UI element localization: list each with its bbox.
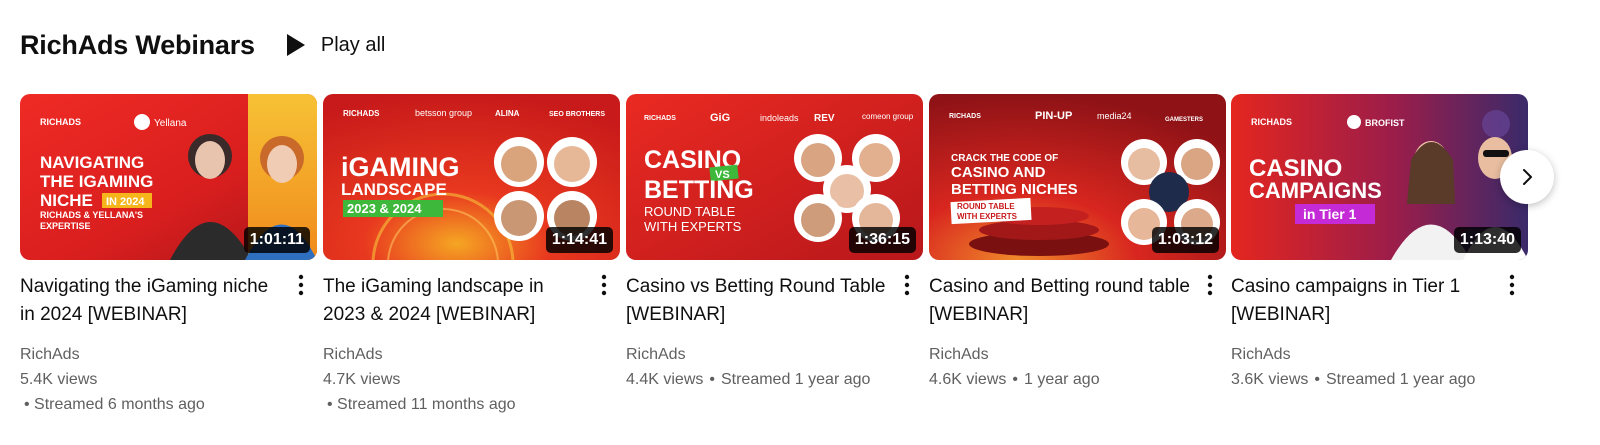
thumbnail-logo: betsson group bbox=[415, 108, 472, 118]
thumbnail-logo: ALINA bbox=[495, 109, 520, 118]
thumbnail-text: NAVIGATING bbox=[40, 153, 144, 172]
play-all-label: Play all bbox=[320, 33, 386, 56]
view-count: 4.7K views bbox=[323, 371, 401, 388]
stats-line: 4.6K views • 1 year ago bbox=[929, 370, 1192, 390]
thumbnail-logo: Yellana bbox=[154, 118, 187, 129]
thumbnail-text: IN 2024 bbox=[106, 196, 145, 208]
video-title[interactable]: Casino campaigns in Tier 1 [WEBINAR] bbox=[1231, 273, 1494, 329]
duration-badge: 1:36:15 bbox=[848, 227, 916, 253]
thumbnail-logo: REV bbox=[814, 113, 835, 124]
video-title[interactable]: Casino and Betting round table [WEBINAR] bbox=[929, 273, 1192, 329]
thumbnail-text: EXPERTISE bbox=[40, 221, 91, 231]
more-actions-icon[interactable] bbox=[291, 273, 311, 299]
video-card[interactable]: RICHADS PIN-UP media24 GAMESTERS CRACK T… bbox=[929, 94, 1226, 390]
thumbnail-logo: RICHADS bbox=[40, 117, 81, 127]
thumbnail-logo: PIN-UP bbox=[1035, 110, 1072, 122]
video-title[interactable]: The iGaming landscape in 2023 & 2024 [WE… bbox=[323, 273, 586, 329]
upload-age: • Streamed 11 months ago bbox=[327, 396, 516, 413]
video-meta: Navigating the iGaming niche in 2024 [WE… bbox=[20, 273, 317, 415]
upload-age: Streamed 1 year ago bbox=[1325, 371, 1476, 388]
channel-name[interactable]: RichAds bbox=[20, 345, 283, 365]
thumbnail-text: CASINO AND bbox=[951, 164, 1046, 181]
duration-badge: 1:13:40 bbox=[1453, 227, 1521, 253]
thumbnail-text: LANDSCAPE bbox=[341, 180, 447, 199]
more-actions-icon[interactable] bbox=[1200, 273, 1220, 299]
thumbnail-text: ROUND TABLE bbox=[644, 204, 736, 219]
view-count: 3.6K views bbox=[1231, 371, 1309, 388]
video-meta: Casino campaigns in Tier 1 [WEBINAR] Ric… bbox=[1231, 273, 1528, 390]
thumbnail-text: THE IGAMING bbox=[40, 172, 153, 191]
video-title[interactable]: Navigating the iGaming niche in 2024 [WE… bbox=[20, 273, 283, 329]
video-shelf: RICHADS Yellana NAVIGATING THE IGAMING N… bbox=[20, 94, 1580, 434]
separator-dot: • bbox=[1012, 371, 1018, 388]
video-thumbnail[interactable]: RICHADS GiG indoleads REV comeon group C… bbox=[626, 94, 923, 260]
thumbnail-text: WITH EXPERTS bbox=[644, 219, 742, 234]
shelf-header: RichAds Webinars Play all bbox=[20, 24, 385, 66]
stats-line: 4.4K views • Streamed 1 year ago bbox=[626, 370, 889, 390]
thumbnail-text: CRACK THE CODE OF bbox=[951, 153, 1058, 164]
channel-name[interactable]: RichAds bbox=[323, 345, 586, 365]
video-meta: The iGaming landscape in 2023 & 2024 [WE… bbox=[323, 273, 620, 415]
separator-dot: • bbox=[709, 371, 715, 388]
more-actions-icon[interactable] bbox=[1502, 273, 1522, 299]
play-icon bbox=[286, 34, 305, 56]
view-count: 4.4K views bbox=[626, 371, 704, 388]
video-card[interactable]: RICHADS betsson group ALINA SEO BROTHERS… bbox=[323, 94, 620, 415]
thumbnail-logo: GiG bbox=[710, 112, 730, 124]
channel-name[interactable]: RichAds bbox=[626, 345, 889, 365]
thumbnail-logo: RICHADS bbox=[1251, 117, 1292, 127]
upload-age: • Streamed 6 months ago bbox=[24, 396, 205, 413]
thumbnail-text: ROUND TABLE bbox=[957, 202, 1015, 211]
video-card[interactable]: RICHADS GiG indoleads REV comeon group C… bbox=[626, 94, 923, 390]
video-thumbnail[interactable]: RICHADS PIN-UP media24 GAMESTERS CRACK T… bbox=[929, 94, 1226, 260]
video-card[interactable]: RICHADS BROFIST CASINO CAMPAIGNS in Tier… bbox=[1231, 94, 1528, 390]
thumbnail-logo: RICHADS bbox=[949, 113, 981, 120]
thumbnail-logo: media24 bbox=[1097, 111, 1132, 121]
video-card[interactable]: RICHADS Yellana NAVIGATING THE IGAMING N… bbox=[20, 94, 317, 415]
separator-dot: • bbox=[1314, 371, 1320, 388]
thumbnail-logo: RICHADS bbox=[644, 115, 676, 122]
view-count: 5.4K views bbox=[20, 371, 98, 388]
duration-badge: 1:14:41 bbox=[545, 227, 613, 253]
duration-badge: 1:01:11 bbox=[243, 227, 310, 253]
shelf-title[interactable]: RichAds Webinars bbox=[20, 30, 255, 61]
thumbnail-text: 2023 & 2024 bbox=[347, 201, 422, 216]
thumbnail-text: CAMPAIGNS bbox=[1249, 178, 1382, 203]
more-actions-icon[interactable] bbox=[897, 273, 917, 299]
thumbnail-logo: RICHADS bbox=[343, 109, 380, 118]
video-thumbnail[interactable]: RICHADS BROFIST CASINO CAMPAIGNS in Tier… bbox=[1231, 94, 1528, 260]
duration-badge: 1:03:12 bbox=[1151, 227, 1219, 253]
video-meta: Casino vs Betting Round Table [WEBINAR] … bbox=[626, 273, 923, 390]
channel-name[interactable]: RichAds bbox=[1231, 345, 1494, 365]
thumbnail-logo: BROFIST bbox=[1365, 118, 1405, 128]
upload-age: 1 year ago bbox=[1023, 371, 1100, 388]
thumbnail-logo: indoleads bbox=[760, 113, 799, 123]
thumbnail-text: BETTING NICHES bbox=[951, 181, 1078, 198]
chevron-right-icon bbox=[1523, 169, 1532, 185]
thumbnail-text: NICHE bbox=[40, 191, 93, 210]
play-all-button[interactable]: Play all bbox=[285, 33, 385, 57]
upload-age: Streamed 1 year ago bbox=[720, 371, 871, 388]
video-title[interactable]: Casino vs Betting Round Table [WEBINAR] bbox=[626, 273, 889, 329]
thumbnail-text: WITH EXPERTS bbox=[957, 212, 1018, 221]
thumbnail-text: iGAMING bbox=[341, 152, 460, 182]
thumbnail-logo: SEO BROTHERS bbox=[549, 111, 605, 118]
next-button[interactable] bbox=[1500, 150, 1554, 204]
thumbnail-text: in Tier 1 bbox=[1303, 206, 1357, 222]
thumbnail-text: RICHADS & YELLANA'S bbox=[40, 210, 143, 220]
more-actions-icon[interactable] bbox=[594, 273, 614, 299]
video-thumbnail[interactable]: RICHADS betsson group ALINA SEO BROTHERS… bbox=[323, 94, 620, 260]
view-count: 4.6K views bbox=[929, 371, 1007, 388]
thumbnail-logo: GAMESTERS bbox=[1165, 117, 1203, 123]
channel-name[interactable]: RichAds bbox=[929, 345, 1192, 365]
video-meta: Casino and Betting round table [WEBINAR]… bbox=[929, 273, 1226, 390]
video-thumbnail[interactable]: RICHADS Yellana NAVIGATING THE IGAMING N… bbox=[20, 94, 317, 260]
thumbnail-text: BETTING bbox=[644, 176, 754, 204]
stats-line: 3.6K views • Streamed 1 year ago bbox=[1231, 370, 1494, 390]
thumbnail-logo: comeon group bbox=[862, 112, 914, 121]
